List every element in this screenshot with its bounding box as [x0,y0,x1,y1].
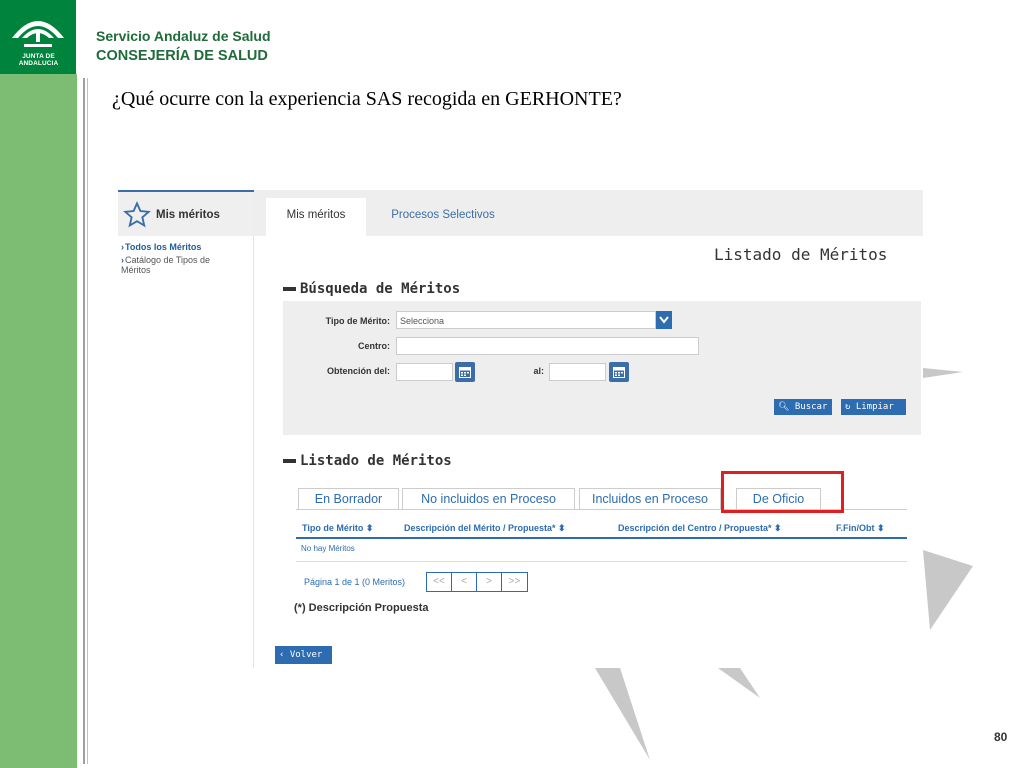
limpiar-label: Limpiar [855,402,894,412]
calendar-icon [613,367,625,378]
col-descripcion-centro[interactable]: Descripción del Centro / Propuesta* ⬍ [618,523,782,534]
tab-incluidos[interactable]: Incluidos en Proceso [579,488,721,510]
table-header-line [296,537,907,539]
al-date-input[interactable] [549,363,606,381]
org-name: Servicio Andaluz de Salud [96,28,271,44]
limpiar-button[interactable]: ↻ Limpiar [841,399,906,415]
logo-text: JUNTA DE ANDALUCIA [18,53,59,67]
obtencion-date-input[interactable] [396,363,453,381]
divider-line [83,78,85,764]
collapse-icon[interactable] [283,287,296,291]
last-page-button[interactable]: >> [502,573,527,591]
col-descripcion-merito[interactable]: Descripción del Mérito / Propuesta* ⬍ [404,523,566,534]
sidebar-title: Mis méritos [156,209,220,221]
description-note: (*) Descripción Propuesta [294,602,429,614]
search-icon: 🔍︎ [778,402,790,412]
collapse-icon[interactable] [283,459,296,463]
listado-section-title: Listado de Méritos [300,453,452,469]
volver-button[interactable]: ‹ Volver [275,646,332,664]
calendar-icon [459,367,471,378]
buscar-label: Buscar [794,402,828,412]
pagination-info: Página 1 de 1 (0 Meritos) [304,577,406,587]
pagination-controls: << < > >> [426,572,528,592]
first-page-button[interactable]: << [427,573,452,591]
next-page-button[interactable]: > [477,573,502,591]
highlight-annotation [721,471,844,513]
tab-en-borrador[interactable]: En Borrador [298,488,399,510]
col-tipo-merito[interactable]: Tipo de Mérito ⬍ [302,523,373,534]
tipo-merito-label: Tipo de Mérito: [325,316,390,326]
refresh-icon: ↻ [845,402,851,412]
sidebar-item-todos-meritos[interactable]: ›Todos los Méritos [121,242,201,252]
table-row-line [296,561,907,562]
org-department: CONSEJERÍA DE SALUD [96,48,268,64]
sidebar-item-catalogo[interactable]: ›Catálogo de Tipos de Méritos [121,255,231,275]
star-icon [123,201,151,228]
sidebar-item-label: Todos los Méritos [125,242,202,252]
slide-title: ¿Qué ocurre con la experiencia SAS recog… [112,88,622,110]
sidebar-header: Mis méritos [118,190,254,236]
dropdown-arrow-button[interactable] [656,311,672,329]
page-heading: Listado de Méritos [714,245,888,264]
obtencion-calendar-button[interactable] [455,362,475,382]
tab-procesos-selectivos[interactable]: Procesos Selectivos [383,198,503,236]
chevron-right-icon: › [121,255,124,265]
tab-no-incluidos[interactable]: No incluidos en Proceso [402,488,575,510]
al-label: al: [533,366,544,376]
tab-mis-meritos[interactable]: Mis méritos [266,198,366,236]
sidebar-item-label: Catálogo de Tipos de Méritos [121,255,211,275]
prev-page-button[interactable]: < [452,573,477,591]
obtencion-label: Obtención del: [327,366,390,376]
centro-label: Centro: [358,341,390,351]
divider-line [87,78,88,764]
chevron-down-icon [659,316,669,324]
col-fecha-fin[interactable]: F.Fin/Obt ⬍ [836,523,885,534]
app-screenshot: Mis méritos ›Todos los Méritos ›Catálogo… [118,190,923,668]
buscar-button[interactable]: 🔍︎ Buscar [774,399,832,415]
search-section-title: Búsqueda de Méritos [300,281,461,297]
al-calendar-button[interactable] [609,362,629,382]
left-color-band [0,0,77,768]
junta-andalucia-logo: JUNTA DE ANDALUCIA [0,0,77,74]
chevron-left-icon: ‹ [279,650,285,660]
page-number: 80 [994,730,1008,744]
logo-arch-icon [12,21,64,47]
volver-label: Volver [289,650,323,660]
empty-table-message: No hay Méritos [301,544,355,553]
chevron-right-icon: › [121,242,124,252]
tipo-merito-select[interactable]: Selecciona [396,311,656,329]
centro-input[interactable] [396,337,699,355]
sidebar: Mis méritos ›Todos los Méritos ›Catálogo… [118,190,254,668]
